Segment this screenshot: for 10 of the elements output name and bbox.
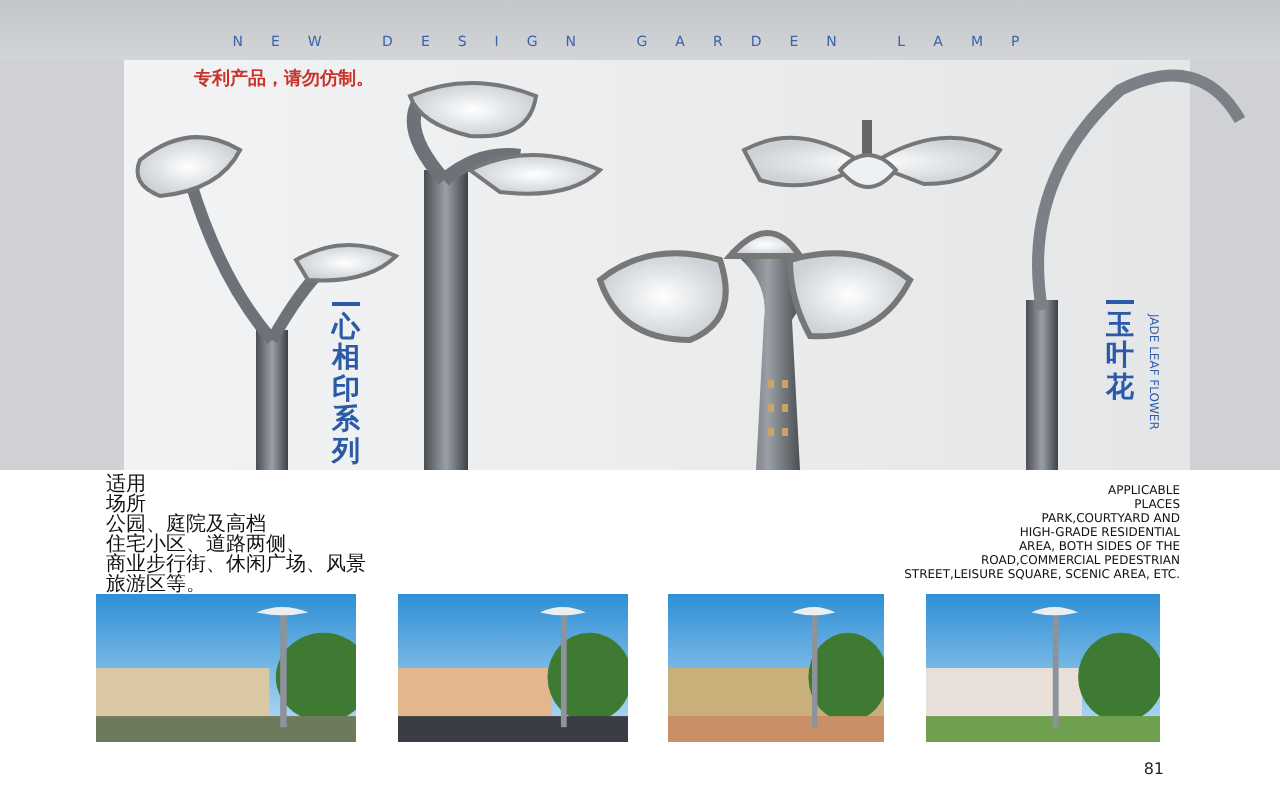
page-number: 81	[1143, 760, 1164, 778]
description-text: 住宅小区、道路两侧、	[106, 536, 306, 556]
description-text: 场所	[106, 496, 146, 516]
description-text: 商业步行街、休闲广场、风景	[106, 556, 366, 576]
series-title: 玉叶花	[1106, 300, 1134, 405]
series-title: 心相印系列	[332, 302, 360, 468]
notice-text: 专利产品，请勿仿制。	[194, 66, 374, 92]
description-text: 旅游区等。	[106, 576, 206, 596]
description-text: 适用	[106, 476, 146, 496]
description-text: 公园、庭院及高档	[106, 516, 266, 536]
